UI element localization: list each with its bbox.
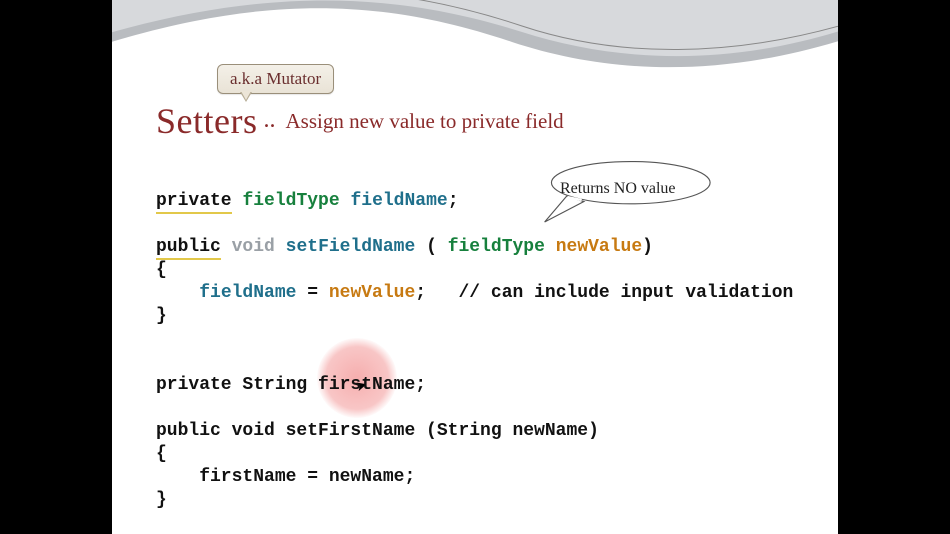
slide: a.k.a Mutator Setters .. Assign new valu…: [112, 0, 838, 534]
code-line-3: {: [156, 260, 167, 280]
assign-target: fieldName: [199, 283, 296, 303]
slide-title-row: Setters .. Assign new value to private f…: [156, 100, 564, 142]
ident-fieldName: fieldName: [350, 191, 447, 211]
keyword-void: void: [232, 237, 275, 257]
mutator-callout-label: a.k.a Mutator: [230, 69, 321, 88]
slide-subtitle: Assign new value to private field: [285, 109, 563, 133]
code-line-11: firstName = newName;: [156, 467, 415, 487]
code-line-9: public void setFirstName (String newName…: [156, 421, 599, 441]
code-line-7: private String firstName;: [156, 375, 426, 395]
assign-value: newValue: [329, 283, 415, 303]
keyword-private: private: [156, 191, 232, 214]
type-fieldType: fieldType: [242, 191, 339, 211]
code-line-10: {: [156, 444, 167, 464]
code-line-1: private fieldType fieldName;: [156, 191, 459, 214]
param-name: newValue: [556, 237, 642, 257]
title-dots: ..: [263, 107, 275, 134]
keyword-public: public: [156, 237, 221, 260]
slide-title: Setters: [156, 101, 257, 141]
mutator-callout: a.k.a Mutator: [217, 64, 334, 94]
code-line-5: }: [156, 306, 167, 326]
setter-prefix: set: [286, 237, 318, 257]
setter-name: FieldName: [318, 237, 415, 257]
validation-comment: // can include input validation: [426, 283, 793, 303]
code-line-4: fieldName = newValue; // can include inp…: [156, 283, 793, 303]
code-line-2: public void setFieldName ( fieldType new…: [156, 237, 653, 260]
code-line-12: }: [156, 490, 167, 510]
param-type: fieldType: [448, 237, 545, 257]
code-block: private fieldType fieldName; public void…: [156, 190, 793, 512]
